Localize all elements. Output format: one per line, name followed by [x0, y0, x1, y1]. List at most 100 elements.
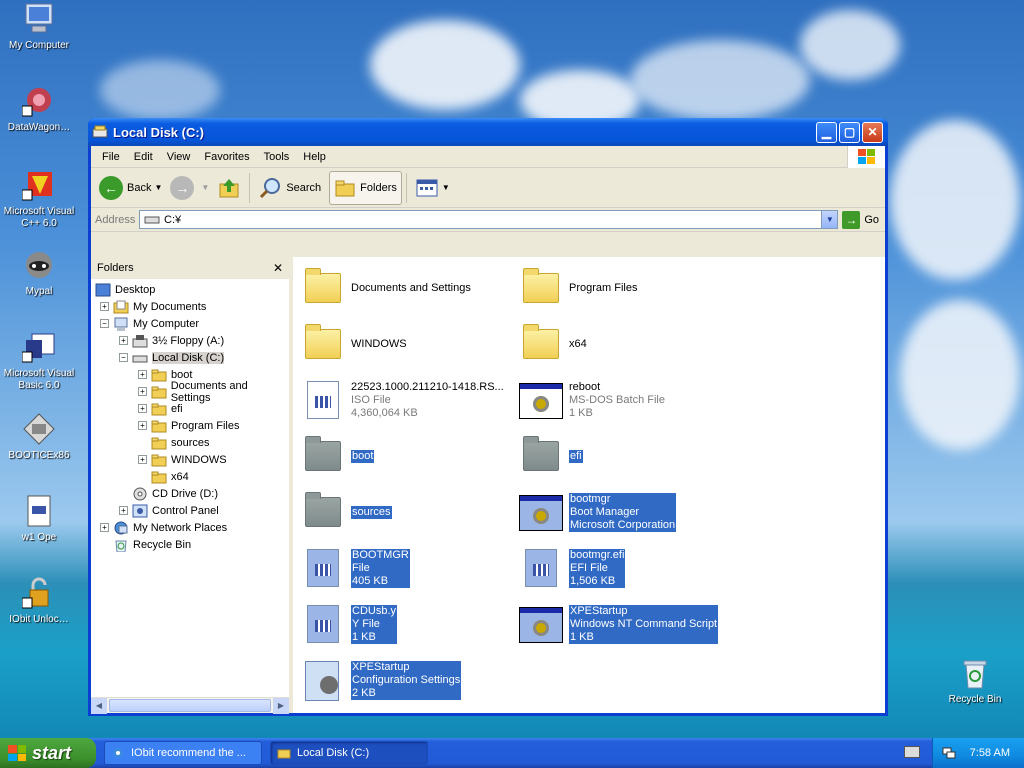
desktop-icon-iobit-unlocker[interactable]: IObit Unloc…	[0, 576, 78, 626]
menu-bar: File Edit View Favorites Tools Help	[91, 146, 885, 168]
scrollbar-thumb[interactable]	[109, 699, 271, 712]
tree-node-cd-drive[interactable]: CD Drive (D:)	[91, 485, 289, 502]
clock[interactable]: 7:58 AM	[970, 747, 1010, 759]
file-item[interactable]: reboot MS-DOS Batch File 1 KB	[519, 375, 737, 425]
address-input[interactable]: C:¥ ▼	[139, 210, 839, 229]
tree-node-recycle-bin[interactable]: Recycle Bin	[91, 536, 289, 553]
expand-icon[interactable]: +	[119, 336, 128, 345]
standard-toolbar: ← Back ▼ → ▼ Search Folders ▼	[91, 168, 885, 208]
tree-node-control-panel[interactable]: + Control Panel	[91, 502, 289, 519]
start-button[interactable]: start	[0, 738, 96, 768]
file-item[interactable]: CDUsb.y Y File 1 KB	[301, 599, 519, 649]
close-icon[interactable]: ✕	[273, 261, 283, 275]
folder-icon	[305, 436, 341, 471]
go-button[interactable]: → Go	[838, 210, 885, 229]
views-button[interactable]: ▼	[411, 171, 454, 205]
tree-node-my-documents[interactable]: + My Documents	[91, 298, 289, 315]
expand-icon[interactable]: +	[138, 404, 147, 413]
expand-icon[interactable]: +	[138, 455, 147, 464]
expand-icon[interactable]: +	[138, 387, 147, 396]
search-button[interactable]: Search	[254, 171, 325, 205]
network-tray-icon[interactable]	[942, 746, 956, 760]
desktop-icon-recycle-bin[interactable]: Recycle Bin	[936, 656, 1014, 706]
expand-icon[interactable]: +	[138, 370, 147, 379]
file-item[interactable]: efi	[519, 431, 737, 481]
menu-view[interactable]: View	[160, 149, 198, 165]
file-list: Documents and Settings Program Files WIN…	[293, 257, 885, 713]
folder-icon	[151, 420, 167, 432]
menu-tools[interactable]: Tools	[257, 149, 297, 165]
application-icon	[519, 495, 563, 531]
file-item[interactable]: 22523.1000.211210-1418.RS... ISO File 4,…	[301, 375, 519, 425]
file-item[interactable]: BOOTMGR File 405 KB	[301, 543, 519, 593]
tree-node-my-computer[interactable]: − My Computer	[91, 315, 289, 332]
tree-node-documents-and-settings[interactable]: + Documents and Settings	[91, 380, 289, 404]
folders-button[interactable]: Folders	[329, 170, 402, 205]
chevron-down-icon[interactable]: ▼	[201, 183, 209, 192]
file-item[interactable]: WINDOWS	[301, 319, 519, 369]
tree-node-floppy[interactable]: +3½ Floppy (A:)	[91, 332, 289, 349]
tree-node-my-network-places[interactable]: + My Network Places	[91, 519, 289, 536]
file-item[interactable]: x64	[519, 319, 737, 369]
forward-button[interactable]: → ▼	[166, 171, 213, 205]
file-item[interactable]: boot	[301, 431, 519, 481]
close-button[interactable]: ✕	[862, 121, 883, 143]
expand-icon[interactable]: +	[100, 523, 109, 532]
chevron-down-icon: ▼	[825, 215, 834, 224]
cloud	[800, 10, 900, 80]
file-item[interactable]: sources	[301, 487, 519, 537]
title-bar[interactable]: Local Disk (C:) ▁ ▢ ✕	[88, 118, 888, 146]
horizontal-scrollbar[interactable]: ◀ ▶	[91, 697, 289, 714]
scroll-left-icon[interactable]: ◀	[91, 697, 107, 714]
tree-node-x64[interactable]: x64	[91, 468, 289, 485]
desktop-icon-booticex86[interactable]: BOOTICEx86	[0, 412, 78, 462]
toolbar-separator	[249, 172, 251, 203]
minimize-button[interactable]: ▁	[816, 121, 837, 143]
menu-edit[interactable]: Edit	[127, 149, 160, 165]
tree-node-windows[interactable]: + WINDOWS	[91, 451, 289, 468]
desktop-icon-label: DataWagon…	[7, 122, 71, 133]
menu-file[interactable]: File	[95, 149, 127, 165]
file-item[interactable]: XPEStartup Configuration Settings 2 KB	[301, 655, 519, 705]
back-button[interactable]: ← Back ▼	[95, 171, 166, 205]
desktop-icon-mypal[interactable]: Mypal	[0, 248, 78, 298]
expand-icon[interactable]: +	[138, 421, 147, 430]
control-panel-icon	[132, 504, 148, 517]
scroll-right-icon[interactable]: ▶	[273, 697, 289, 714]
taskbar-button-iobit[interactable]: IObit recommend the ...	[104, 741, 262, 765]
efi-file-icon	[525, 549, 557, 587]
expand-icon[interactable]: +	[119, 506, 128, 515]
address-dropdown-button[interactable]: ▼	[821, 211, 838, 228]
document-icon	[22, 494, 56, 528]
desktop-icon-w1-ope[interactable]: w1 Ope	[0, 494, 78, 544]
desktop-icon-visual-basic[interactable]: Microsoft Visual Basic 6.0	[0, 330, 78, 392]
file-item[interactable]: bootmgr Boot Manager Microsoft Corporati…	[519, 487, 737, 537]
tree-node-sources[interactable]: sources	[91, 434, 289, 451]
folder-icon	[151, 386, 167, 398]
maximize-icon: ▢	[843, 125, 856, 139]
taskbar-button-local-disk[interactable]: Local Disk (C:)	[270, 741, 428, 765]
desktop-icon-label: IObit Unloc…	[9, 614, 69, 625]
expand-icon[interactable]: +	[100, 302, 109, 311]
file-item[interactable]: XPEStartup Windows NT Command Script 1 K…	[519, 599, 737, 649]
tree-node-desktop[interactable]: Desktop	[91, 281, 289, 298]
file-item[interactable]: Program Files	[519, 263, 737, 313]
up-button[interactable]	[213, 171, 245, 205]
collapse-icon[interactable]: −	[100, 319, 109, 328]
folder-icon	[305, 324, 341, 359]
collapse-icon[interactable]: −	[119, 353, 128, 362]
file-item[interactable]: Documents and Settings	[301, 263, 519, 313]
menu-help[interactable]: Help	[296, 149, 333, 165]
desktop-icon-my-computer[interactable]: My Computer	[0, 2, 78, 52]
back-arrow-icon: ←	[99, 175, 123, 200]
tree-node-program-files[interactable]: + Program Files	[91, 417, 289, 434]
tree-node-local-disk-c[interactable]: − Local Disk (C:)	[91, 349, 289, 366]
chevron-down-icon[interactable]: ▼	[154, 183, 162, 192]
keyboard-icon[interactable]	[904, 746, 920, 758]
desktop-icon-visual-cpp[interactable]: Microsoft Visual C++ 6.0	[0, 168, 78, 230]
tree-node-efi[interactable]: + efi	[91, 400, 289, 417]
menu-favorites[interactable]: Favorites	[197, 149, 256, 165]
desktop-icon-datawagon[interactable]: DataWagon…	[0, 84, 78, 134]
file-item[interactable]: bootmgr.efi EFI File 1,506 KB	[519, 543, 737, 593]
maximize-button[interactable]: ▢	[839, 121, 860, 143]
